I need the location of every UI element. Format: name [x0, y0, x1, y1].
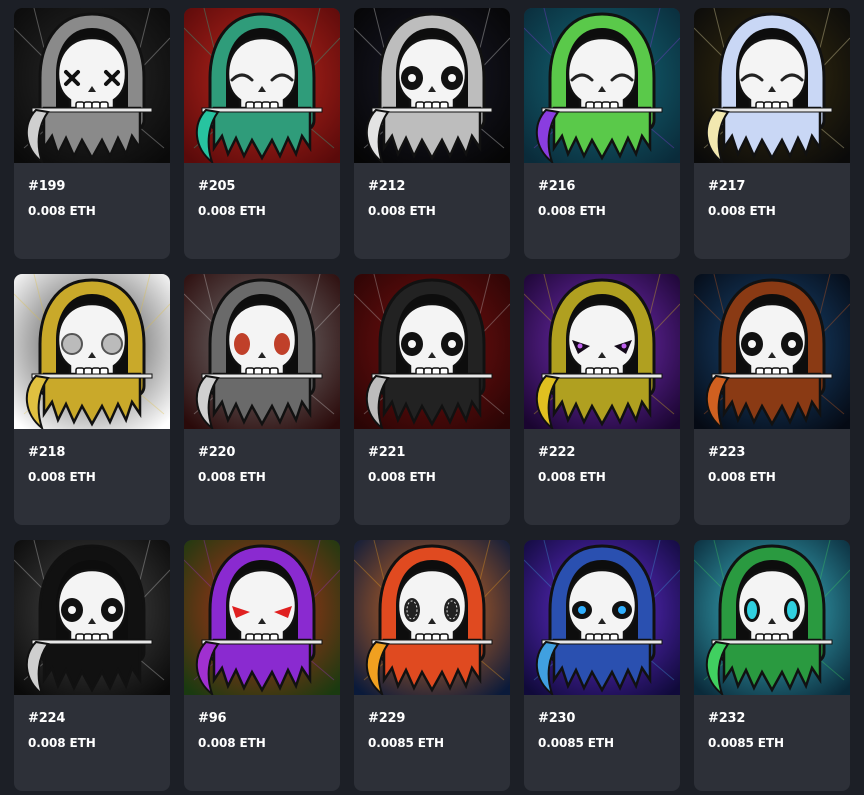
nft-card[interactable]: #232 0.0085 ETH [694, 540, 850, 791]
nft-image[interactable] [524, 540, 680, 695]
nft-token-id: #96 [198, 711, 227, 726]
nft-image[interactable] [524, 274, 680, 429]
nft-price: 0.0085 ETH [538, 736, 614, 750]
nft-card[interactable]: #230 0.0085 ETH [524, 540, 680, 791]
nft-price: 0.008 ETH [198, 204, 266, 218]
nft-card[interactable]: #212 0.008 ETH [354, 8, 510, 259]
nft-card[interactable]: #224 0.008 ETH [14, 540, 170, 791]
nft-card[interactable]: #229 0.0085 ETH [354, 540, 510, 791]
nft-token-id: #229 [368, 711, 406, 726]
nft-image[interactable] [694, 540, 850, 695]
nft-price: 0.008 ETH [708, 204, 776, 218]
nft-card[interactable]: #217 0.008 ETH [694, 8, 850, 259]
nft-image[interactable] [354, 8, 510, 163]
nft-card[interactable]: #221 0.008 ETH [354, 274, 510, 525]
nft-image[interactable] [354, 274, 510, 429]
nft-token-id: #218 [28, 445, 66, 460]
nft-price: 0.0085 ETH [708, 736, 784, 750]
nft-price: 0.008 ETH [368, 470, 436, 484]
nft-token-id: #217 [708, 179, 746, 194]
nft-price: 0.008 ETH [28, 470, 96, 484]
nft-image[interactable] [184, 8, 340, 163]
nft-image[interactable] [14, 8, 170, 163]
nft-card[interactable]: #220 0.008 ETH [184, 274, 340, 525]
nft-card[interactable]: #216 0.008 ETH [524, 8, 680, 259]
nft-card[interactable]: #222 0.008 ETH [524, 274, 680, 525]
nft-token-id: #220 [198, 445, 236, 460]
nft-card[interactable]: #218 0.008 ETH [14, 274, 170, 525]
nft-image[interactable] [694, 274, 850, 429]
nft-price: 0.008 ETH [28, 204, 96, 218]
nft-token-id: #223 [708, 445, 746, 460]
nft-token-id: #232 [708, 711, 746, 726]
nft-grid: #199 0.008 ETH #205 0.008 ETH #212 0.008… [0, 0, 864, 795]
nft-token-id: #224 [28, 711, 66, 726]
nft-price: 0.008 ETH [538, 470, 606, 484]
nft-token-id: #212 [368, 179, 406, 194]
nft-card[interactable]: #205 0.008 ETH [184, 8, 340, 259]
nft-card[interactable]: #199 0.008 ETH [14, 8, 170, 259]
nft-image[interactable] [184, 540, 340, 695]
nft-image[interactable] [524, 8, 680, 163]
nft-card[interactable]: #223 0.008 ETH [694, 274, 850, 525]
nft-image[interactable] [14, 274, 170, 429]
nft-price: 0.008 ETH [198, 736, 266, 750]
nft-card[interactable]: #96 0.008 ETH [184, 540, 340, 791]
nft-token-id: #221 [368, 445, 406, 460]
nft-token-id: #205 [198, 179, 236, 194]
nft-image[interactable] [354, 540, 510, 695]
nft-price: 0.008 ETH [368, 204, 436, 218]
nft-image[interactable] [184, 274, 340, 429]
nft-price: 0.008 ETH [708, 470, 776, 484]
nft-token-id: #230 [538, 711, 576, 726]
nft-price: 0.008 ETH [28, 736, 96, 750]
nft-price: 0.0085 ETH [368, 736, 444, 750]
nft-price: 0.008 ETH [198, 470, 266, 484]
nft-image[interactable] [694, 8, 850, 163]
nft-image[interactable] [14, 540, 170, 695]
nft-token-id: #199 [28, 179, 66, 194]
nft-price: 0.008 ETH [538, 204, 606, 218]
nft-token-id: #222 [538, 445, 576, 460]
nft-token-id: #216 [538, 179, 576, 194]
